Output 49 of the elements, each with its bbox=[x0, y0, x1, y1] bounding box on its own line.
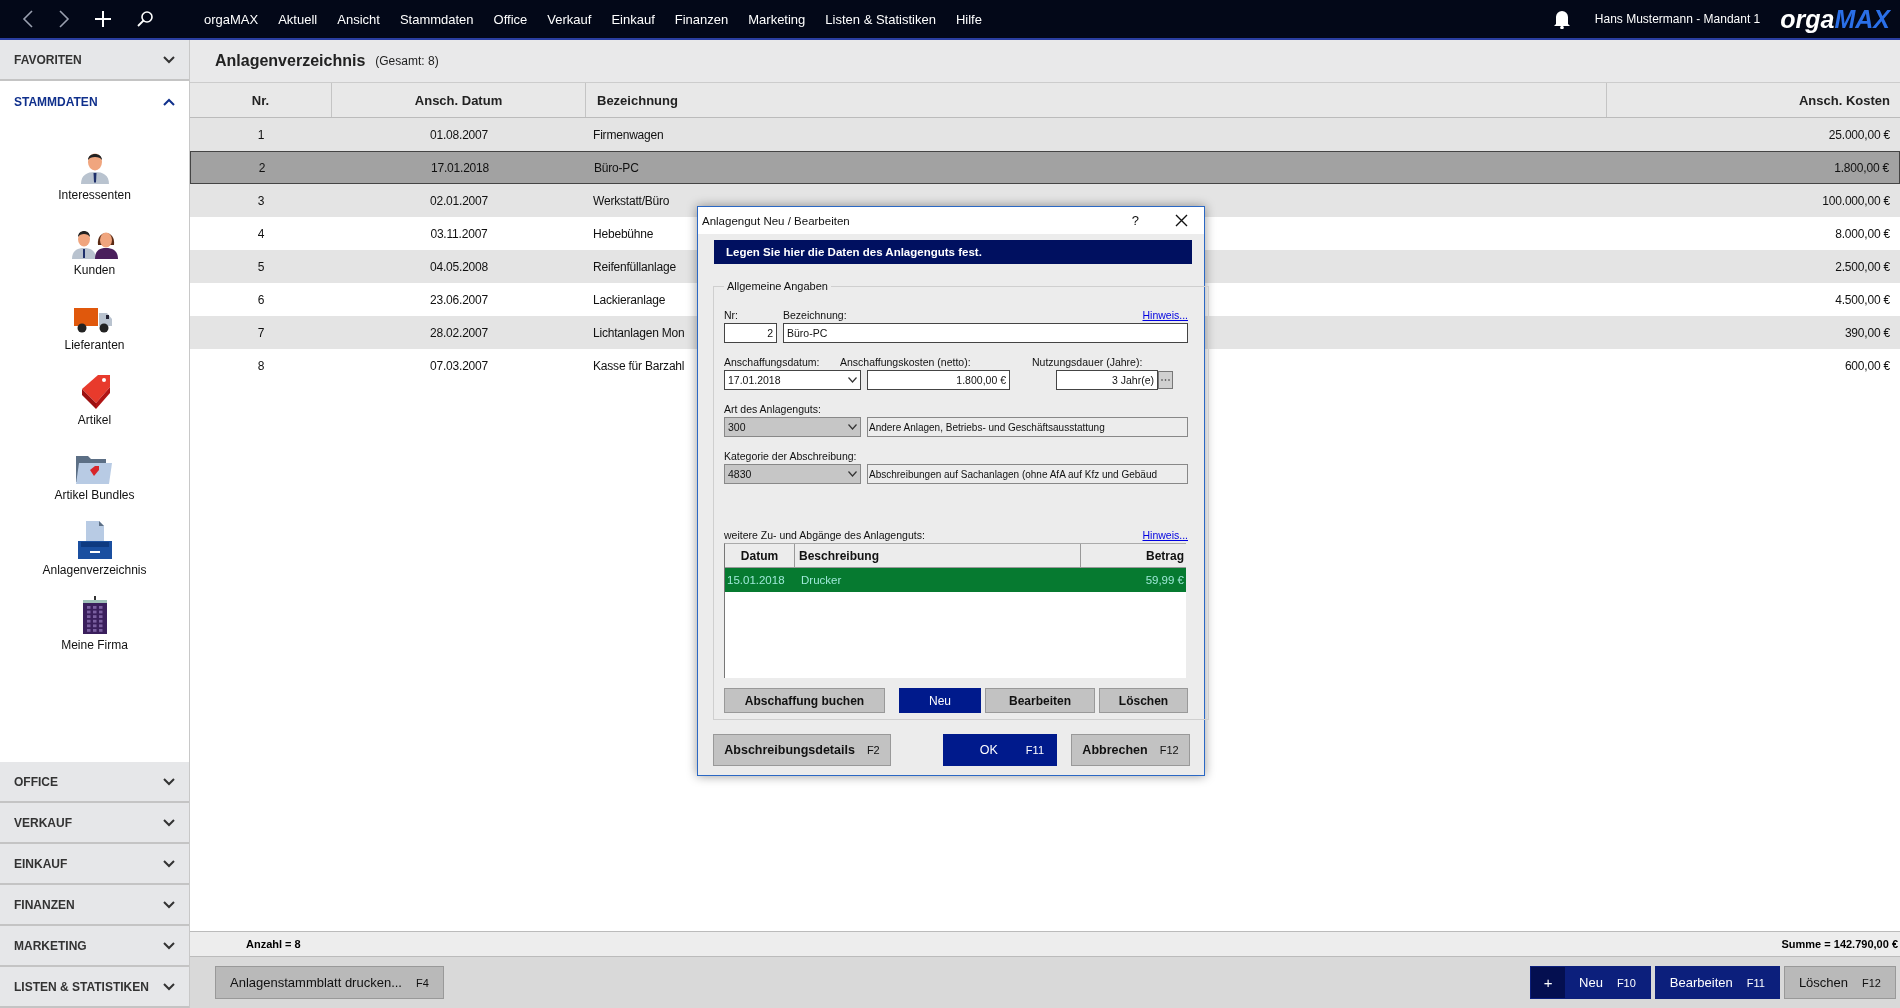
table-cell: 01.08.2007 bbox=[429, 127, 489, 142]
dialog-title: Anlagengut Neu / Bearbeiten bbox=[702, 214, 851, 227]
table-cell: 4 bbox=[257, 226, 265, 241]
table-cell: 03.11.2007 bbox=[430, 226, 488, 241]
table-cell: 5 bbox=[257, 259, 265, 274]
table-cell: Lichtanlagen Mon bbox=[593, 325, 685, 340]
logo: orgaMAX bbox=[1780, 4, 1890, 34]
table-cell: Kasse für Barzahl bbox=[593, 358, 685, 373]
table-cell: 1 bbox=[257, 127, 265, 142]
table-cell-text: Drucker bbox=[800, 574, 843, 586]
total-count: (Gesamt: 8) bbox=[375, 54, 439, 68]
table-cell: 07.03.2007 bbox=[429, 358, 489, 373]
table-cell-text: 15.01.2018 bbox=[726, 574, 786, 586]
field-label: Kategorie der Abschreibung: bbox=[724, 450, 857, 462]
table-cell: 23.06.2007 bbox=[429, 292, 489, 307]
table-cell: 04.05.2008 bbox=[429, 259, 489, 274]
sum-total: Summe = 142.790,00 € bbox=[1781, 938, 1898, 950]
table-cell: 2.500,00 € bbox=[1835, 259, 1890, 274]
table-cell: 4.500,00 € bbox=[1835, 292, 1890, 307]
table-cell-text: 59,99 € bbox=[1144, 574, 1185, 586]
field-label: Anschaffungskosten (netto): bbox=[840, 356, 972, 368]
table-cell: Werkstatt/Büro bbox=[593, 193, 670, 208]
field-label: Art des Anlagenguts: bbox=[724, 403, 821, 415]
table-cell: Lackieranlage bbox=[593, 292, 666, 307]
row-count: Anzahl = 8 bbox=[246, 938, 301, 950]
table-cell: 25.000,00 € bbox=[1828, 127, 1890, 142]
field-label: Anschaffungsdatum: bbox=[724, 356, 821, 368]
table-cell: Büro-PC bbox=[594, 160, 639, 175]
table-cell: 8.000,00 € bbox=[1835, 226, 1890, 241]
table-cell: 7 bbox=[257, 325, 265, 340]
table-cell: 3 bbox=[257, 193, 265, 208]
table-cell: 6 bbox=[257, 292, 265, 307]
group-title: Allgemeine Angaben bbox=[726, 280, 829, 292]
table-cell: 8 bbox=[257, 358, 265, 373]
table-cell: Reifenfüllanlage bbox=[593, 259, 676, 274]
table-cell: 2 bbox=[258, 160, 266, 175]
table-cell: 390,00 € bbox=[1844, 325, 1890, 340]
table-cell: 600,00 € bbox=[1844, 358, 1890, 373]
table-cell: Firmenwagen bbox=[593, 127, 664, 142]
table-cell: 02.01.2007 bbox=[429, 193, 489, 208]
table-cell: 100.000,00 € bbox=[1822, 193, 1890, 208]
table-cell: 17.01.2018 bbox=[430, 160, 490, 175]
field-label: Nutzungsdauer (Jahre): bbox=[1032, 356, 1143, 368]
page-title: Anlagenverzeichnis bbox=[215, 52, 366, 70]
table-cell: Hebebühne bbox=[593, 226, 654, 241]
table-cell: 28.02.2007 bbox=[429, 325, 489, 340]
section-label: weitere Zu- und Abgänge des Anlagenguts: bbox=[724, 529, 925, 541]
table-cell: 1.800,00 € bbox=[1834, 160, 1889, 175]
info-banner: Legen Sie hier die Daten des Anlagenguts fest. bbox=[714, 240, 1192, 264]
